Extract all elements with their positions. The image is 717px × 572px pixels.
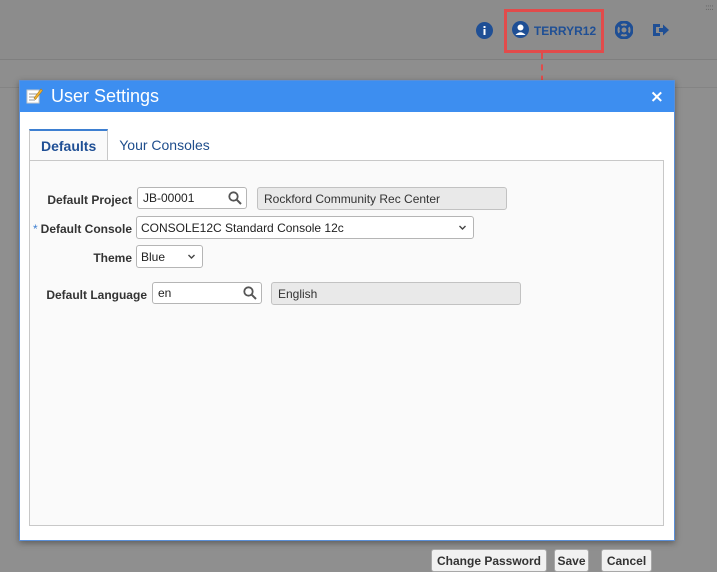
save-button[interactable]: Save [554,549,589,572]
sign-out-icon[interactable] [652,21,670,39]
required-indicator: * [32,222,38,236]
dialog-title: User Settings [51,86,160,106]
default-console-value: CONSOLE12C Standard Console 12c [141,221,344,235]
edit-note-icon [26,87,43,107]
search-icon[interactable] [227,190,243,206]
chevron-down-icon [459,225,466,230]
theme-label: Theme [93,251,132,265]
user-circle-icon [511,21,529,41]
default-console-label-text: Default Console [40,222,132,236]
default-project-description: Rockford Community Rec Center [257,187,507,210]
default-language-description: English [271,282,521,305]
username-label: TERRYR12 [533,24,597,38]
default-console-select[interactable]: CONSOLE12C Standard Console 12c [136,216,474,239]
resize-grip-icon: :::: [704,3,714,13]
change-password-button[interactable]: Change Password [431,549,547,572]
theme-value: Blue [141,250,166,264]
default-project-label: Default Project [47,193,132,207]
tab-defaults[interactable]: Defaults [29,129,109,160]
close-icon[interactable]: × [650,87,664,107]
search-icon[interactable] [242,285,258,301]
chevron-down-icon [188,254,195,259]
tab-your-consoles[interactable]: Your Consoles [108,129,221,160]
settings-tabs: Defaults Your Consoles [29,129,221,160]
theme-select[interactable]: Blue [136,245,203,268]
default-console-label: * Default Console [30,222,132,236]
info-icon[interactable] [475,21,493,39]
defaults-panel: Default Project Rockford Community Rec C… [29,160,664,572]
user-menu-button[interactable]: TERRYR12 [504,9,604,53]
user-settings-dialog: User Settings × Defaults Your Consoles D… [19,80,675,572]
lifebuoy-icon[interactable] [615,21,633,39]
dialog-header: User Settings × [20,81,674,112]
app-header: :::: TERRYR12 [0,0,717,60]
cancel-button[interactable]: Cancel [601,549,652,572]
default-language-label: Default Language [46,288,147,302]
